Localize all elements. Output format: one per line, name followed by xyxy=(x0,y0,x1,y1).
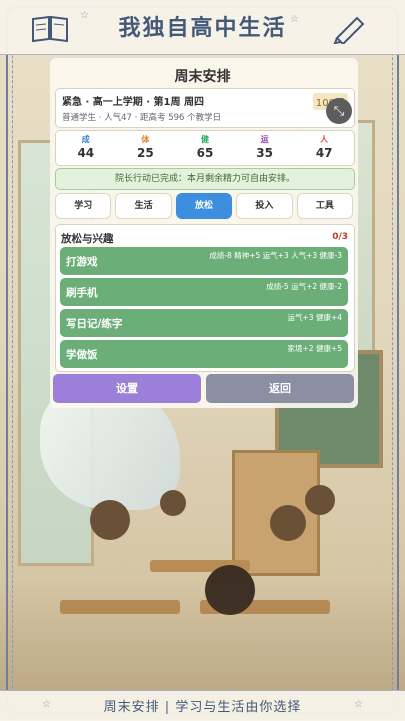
stat-value: 47 xyxy=(315,146,333,160)
activity-effect: 成绩-8 精神+5 运气+3 人气+3 健康-3 xyxy=(209,251,342,260)
tab-tools[interactable]: 工具 xyxy=(296,193,354,219)
activity-effect: 家境+2 健康+5 xyxy=(287,344,343,353)
stats-bar: 成 44 体 25 健 65 运 35 人 47 xyxy=(55,130,355,166)
stat-item: 健 65 xyxy=(175,131,235,165)
stat-value: 25 xyxy=(137,146,154,160)
activity-section: 放松与兴趣 0/3 打游戏 成绩-8 精神+5 运气+3 人气+3 健康-3 刷… xyxy=(55,224,355,372)
stat-label: 成 xyxy=(81,135,90,144)
panel-title: 周末安排 xyxy=(174,69,231,85)
activity-item-game[interactable]: 打游戏 成绩-8 精神+5 运气+3 人气+3 健康-3 xyxy=(60,247,348,275)
pencil-icon xyxy=(333,16,365,44)
category-tabs: 学习 生活 放松 投入 工具 xyxy=(55,193,354,219)
student-info-line: 普通学生 · 人气47 · 距高考 596 个教学日 xyxy=(62,113,222,123)
footer-slogan: 周末安排 | 学习与生活由你选择 xyxy=(103,700,302,715)
notice-banner: 院长行动已完成：本月剩余精力可自由安排。 xyxy=(55,168,355,190)
section-title: 放松与兴趣 xyxy=(61,233,114,245)
stat-item: 成 44 xyxy=(56,131,116,165)
stat-label: 健 xyxy=(200,135,209,144)
activity-name: 刷手机 xyxy=(66,287,98,299)
footer-bar: ☆ 周末安排 | 学习与生活由你选择 ☆ xyxy=(0,690,405,721)
back-button[interactable]: 返回 xyxy=(206,374,354,403)
selection-count: 0/3 xyxy=(332,232,348,242)
expand-icon[interactable]: ⤡ xyxy=(326,98,352,124)
stat-item: 体 25 xyxy=(116,131,176,165)
activity-name: 写日记/练字 xyxy=(66,318,123,330)
date-line: 紧急 · 高一上学期 · 第1周 周四 xyxy=(62,97,204,108)
student xyxy=(270,505,306,541)
student xyxy=(160,490,186,516)
activity-effect: 运气+3 健康+4 xyxy=(287,313,343,322)
activity-item-phone[interactable]: 刷手机 成绩-5 运气+2 健康-2 xyxy=(60,278,348,306)
stat-value: 44 xyxy=(77,146,95,160)
activity-item-diary[interactable]: 写日记/练字 运气+3 健康+4 xyxy=(60,309,348,337)
status-info-card: 紧急 · 高一上学期 · 第1周 周四 普通学生 · 人气47 · 距高考 59… xyxy=(55,88,355,128)
activity-name: 学做饭 xyxy=(66,349,98,361)
tab-relax[interactable]: 放松 xyxy=(175,193,233,219)
activity-effect: 成绩-5 运气+2 健康-2 xyxy=(266,282,342,291)
tab-study[interactable]: 学习 xyxy=(55,193,112,219)
activity-name: 打游戏 xyxy=(66,256,98,268)
activity-item-cooking[interactable]: 学做饭 家境+2 健康+5 xyxy=(60,340,348,368)
settings-button[interactable]: 设置 xyxy=(53,374,201,403)
stat-label: 运 xyxy=(260,135,269,144)
stat-value: 35 xyxy=(256,146,273,160)
tab-life[interactable]: 生活 xyxy=(115,193,172,219)
stat-item: 人 47 xyxy=(294,131,354,165)
stat-label: 体 xyxy=(141,135,150,144)
stat-value: 65 xyxy=(196,146,214,160)
header-bar: ☆ ☆ 我独自高中生活 xyxy=(0,0,405,55)
tab-invest[interactable]: 投入 xyxy=(236,193,293,219)
stat-item: 运 35 xyxy=(235,131,295,165)
stat-label: 人 xyxy=(320,135,329,144)
student xyxy=(305,485,335,515)
star-icon: ☆ xyxy=(354,699,363,710)
student xyxy=(90,500,130,540)
